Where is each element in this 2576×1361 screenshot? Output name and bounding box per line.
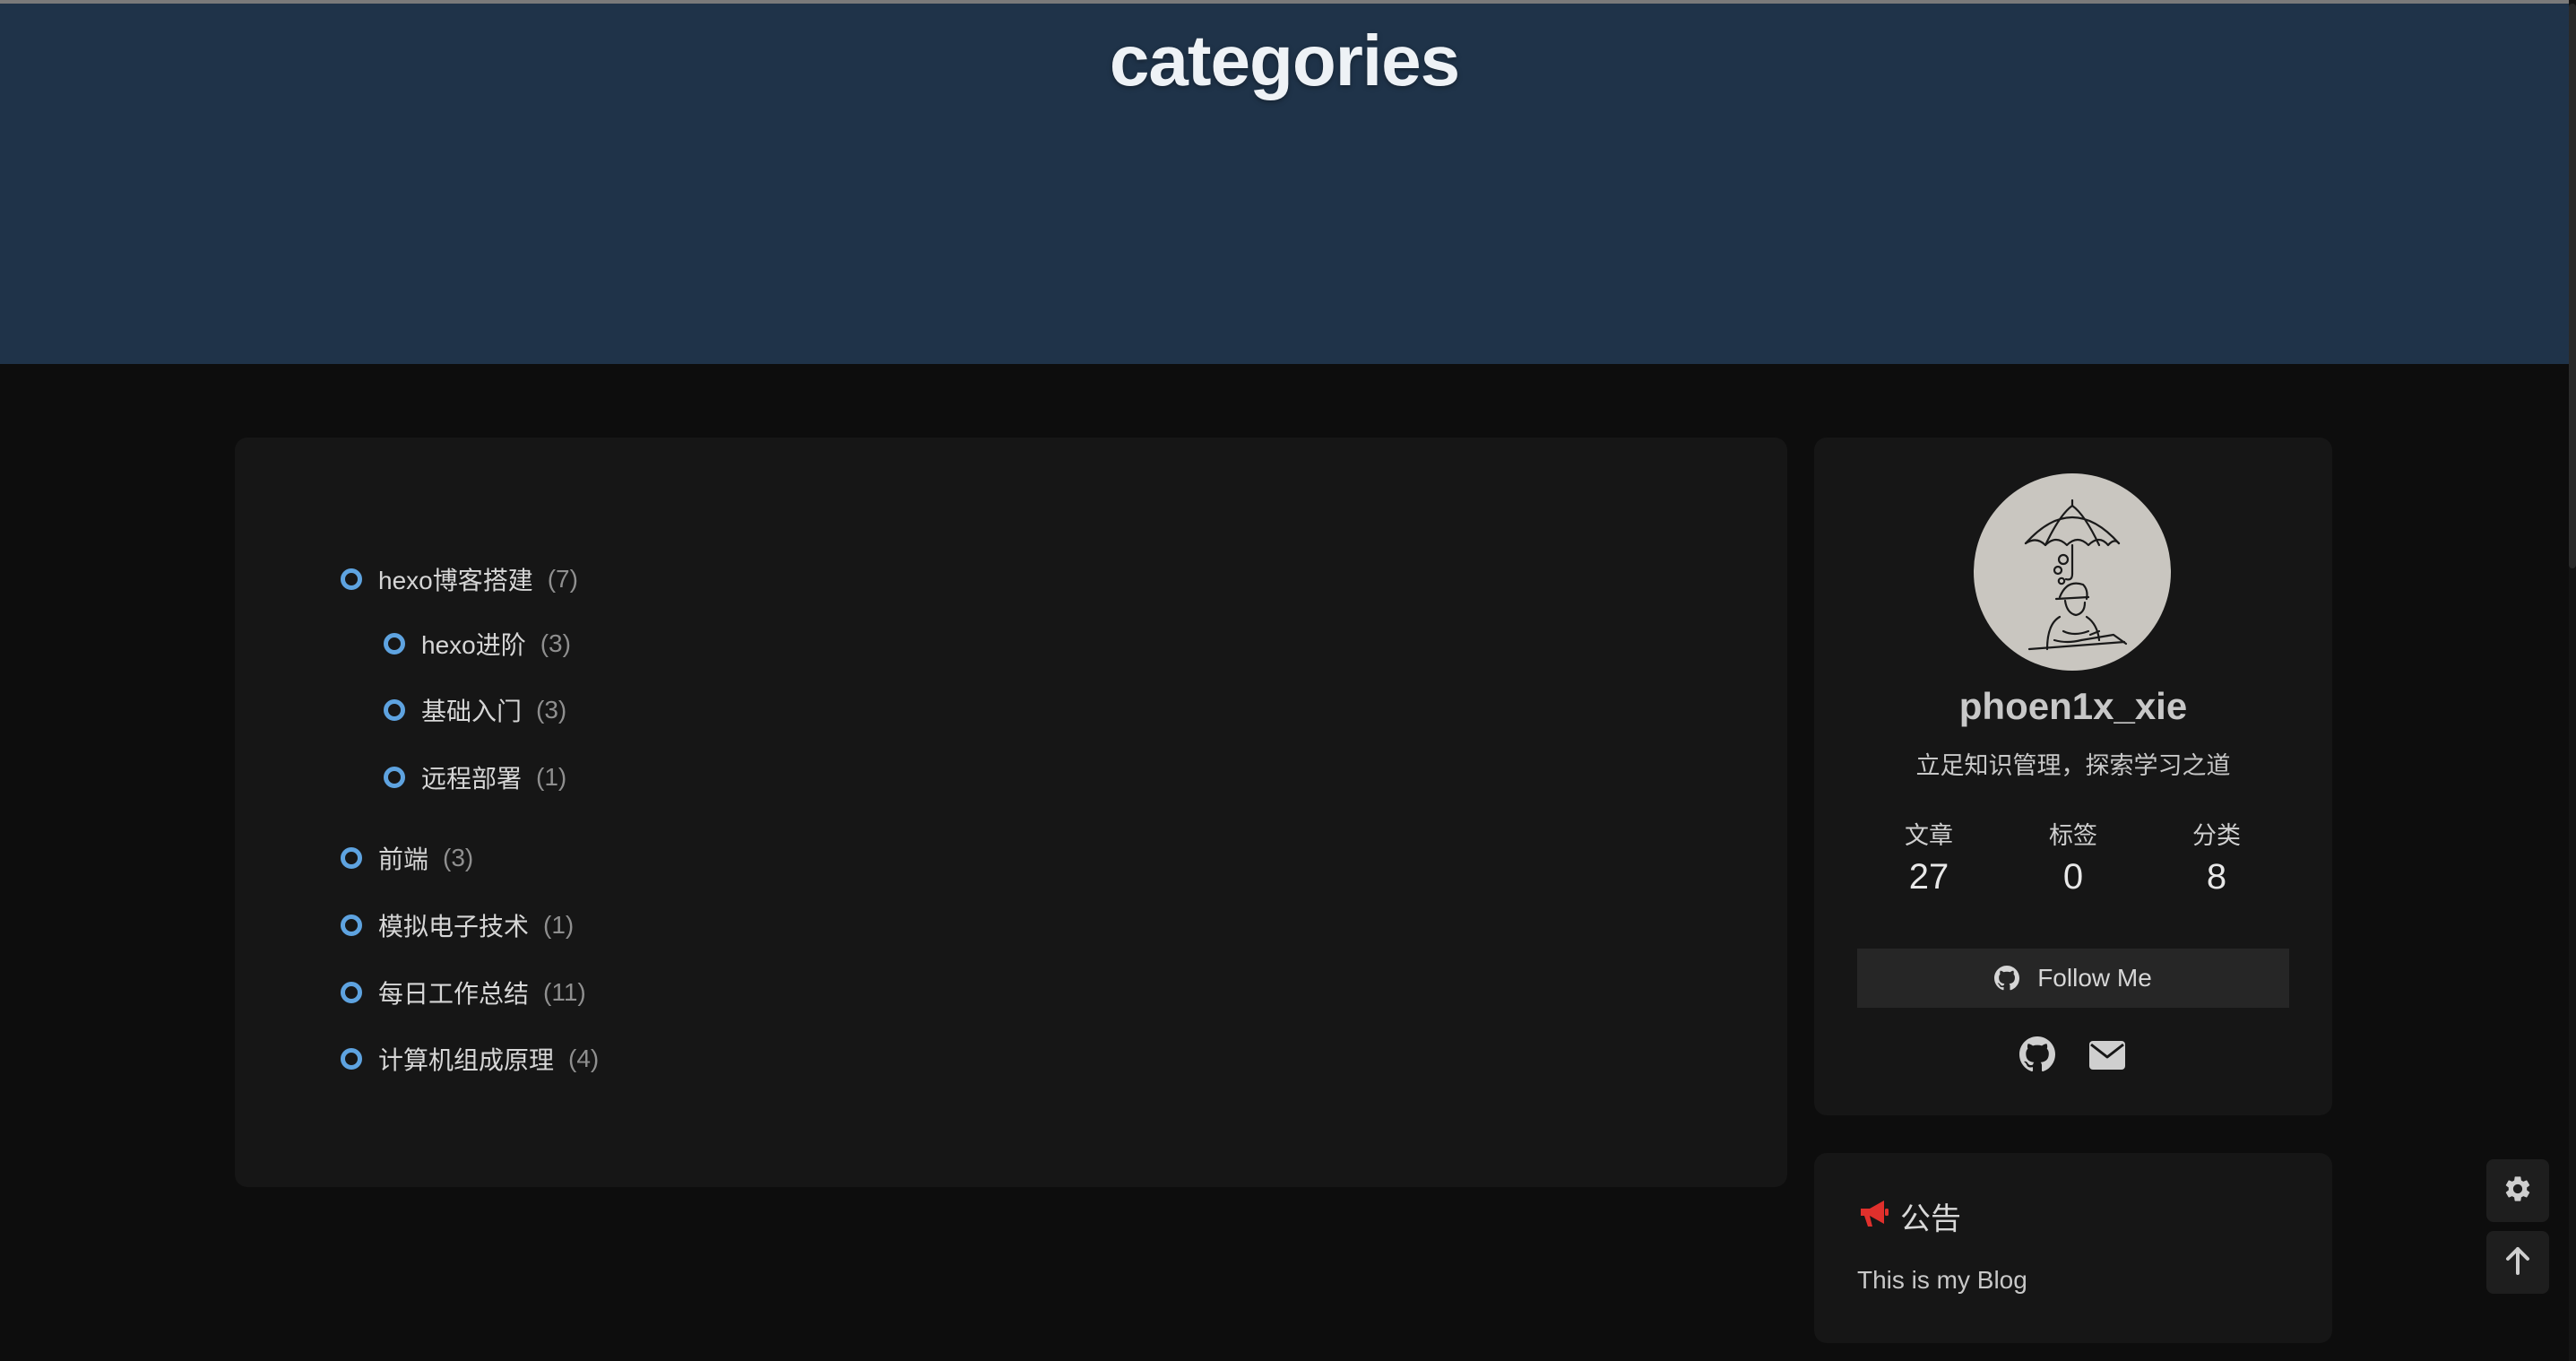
- category-count: (1): [536, 763, 567, 791]
- circle-bullet-icon: [341, 982, 362, 1003]
- envelope-icon[interactable]: [2088, 1040, 2126, 1075]
- stat-label: 分类: [2192, 822, 2241, 849]
- announcement-title: 公告: [1900, 1202, 1961, 1236]
- stat-categories[interactable]: 分类 8: [2163, 819, 2270, 902]
- category-count: (1): [543, 911, 575, 939]
- category-item-frontend[interactable]: 前端 (3): [341, 837, 473, 880]
- category-item-hexo-advanced[interactable]: hexo进阶 (3): [384, 622, 571, 665]
- category-count: (3): [540, 629, 571, 657]
- author-name: phoen1x_xie: [1958, 685, 2188, 727]
- follow-me-label: Follow Me: [2037, 964, 2152, 992]
- stat-value: 0: [2062, 857, 2084, 897]
- avatar-illustration: [2024, 498, 2128, 651]
- category-item-daily-summary[interactable]: 每日工作总结 (11): [341, 971, 586, 1014]
- stat-value: 8: [2206, 857, 2227, 897]
- category-name[interactable]: 每日工作总结: [378, 975, 529, 1010]
- scrollbar-thumb[interactable]: [2569, 4, 2576, 568]
- github-icon[interactable]: [2019, 1036, 2055, 1077]
- circle-bullet-icon: [341, 568, 362, 590]
- category-item-remote-deploy[interactable]: 远程部署 (1): [384, 756, 566, 799]
- category-name[interactable]: 远程部署: [421, 759, 522, 795]
- category-name[interactable]: 前端: [378, 840, 428, 876]
- category-count: (7): [547, 565, 578, 593]
- category-count: (3): [536, 696, 567, 724]
- avatar[interactable]: [1974, 473, 2171, 671]
- author-description: 立足知识管理，探索学习之道: [1915, 752, 2231, 779]
- settings-button[interactable]: [2486, 1159, 2549, 1222]
- announcement-header: 公告: [1857, 1194, 1961, 1238]
- follow-me-button[interactable]: Follow Me: [1857, 949, 2289, 1008]
- category-item-basics[interactable]: 基础入门 (3): [384, 689, 566, 732]
- gear-icon: [2503, 1174, 2533, 1209]
- category-count: (11): [543, 978, 586, 1006]
- category-name[interactable]: hexo进阶: [421, 626, 526, 662]
- circle-bullet-icon: [341, 1048, 362, 1070]
- author-profile-card: phoen1x_xie 立足知识管理，探索学习之道 文章 27 标签 0 分类 …: [1814, 438, 2332, 1115]
- circle-bullet-icon: [384, 699, 405, 721]
- category-count: (3): [443, 844, 474, 871]
- circle-bullet-icon: [341, 915, 362, 936]
- announcement-card: 公告 This is my Blog: [1814, 1153, 2332, 1343]
- page-header: categories: [0, 4, 2569, 364]
- announcement-body: This is my Blog: [1857, 1266, 2027, 1294]
- category-name[interactable]: 模拟电子技术: [378, 907, 529, 943]
- stat-value: 27: [1908, 857, 1949, 897]
- category-name[interactable]: hexo博客搭建: [378, 561, 533, 597]
- github-icon: [1994, 966, 2020, 991]
- stat-label: 文章: [1905, 822, 1953, 849]
- category-name[interactable]: 基础入门: [421, 692, 522, 728]
- bullhorn-icon: [1857, 1199, 1889, 1234]
- category-list-card: hexo博客搭建 (7) hexo进阶 (3) 基础入门 (3) 远程部署 (1…: [235, 438, 1787, 1187]
- stat-articles[interactable]: 文章 27: [1875, 819, 1983, 902]
- stat-tags[interactable]: 标签 0: [2019, 819, 2127, 902]
- category-item-hexo-blog[interactable]: hexo博客搭建 (7): [341, 558, 578, 601]
- back-to-top-button[interactable]: [2486, 1231, 2549, 1294]
- category-item-computer-organization[interactable]: 计算机组成原理 (4): [341, 1037, 599, 1080]
- category-name[interactable]: 计算机组成原理: [378, 1041, 554, 1077]
- category-item-analog-electronics[interactable]: 模拟电子技术 (1): [341, 904, 574, 947]
- circle-bullet-icon: [341, 847, 362, 869]
- circle-bullet-icon: [384, 767, 405, 788]
- arrow-up-icon: [2504, 1245, 2531, 1280]
- circle-bullet-icon: [384, 633, 405, 654]
- page-title: categories: [1109, 21, 1460, 100]
- stat-label: 标签: [2049, 822, 2097, 849]
- category-count: (4): [568, 1045, 600, 1072]
